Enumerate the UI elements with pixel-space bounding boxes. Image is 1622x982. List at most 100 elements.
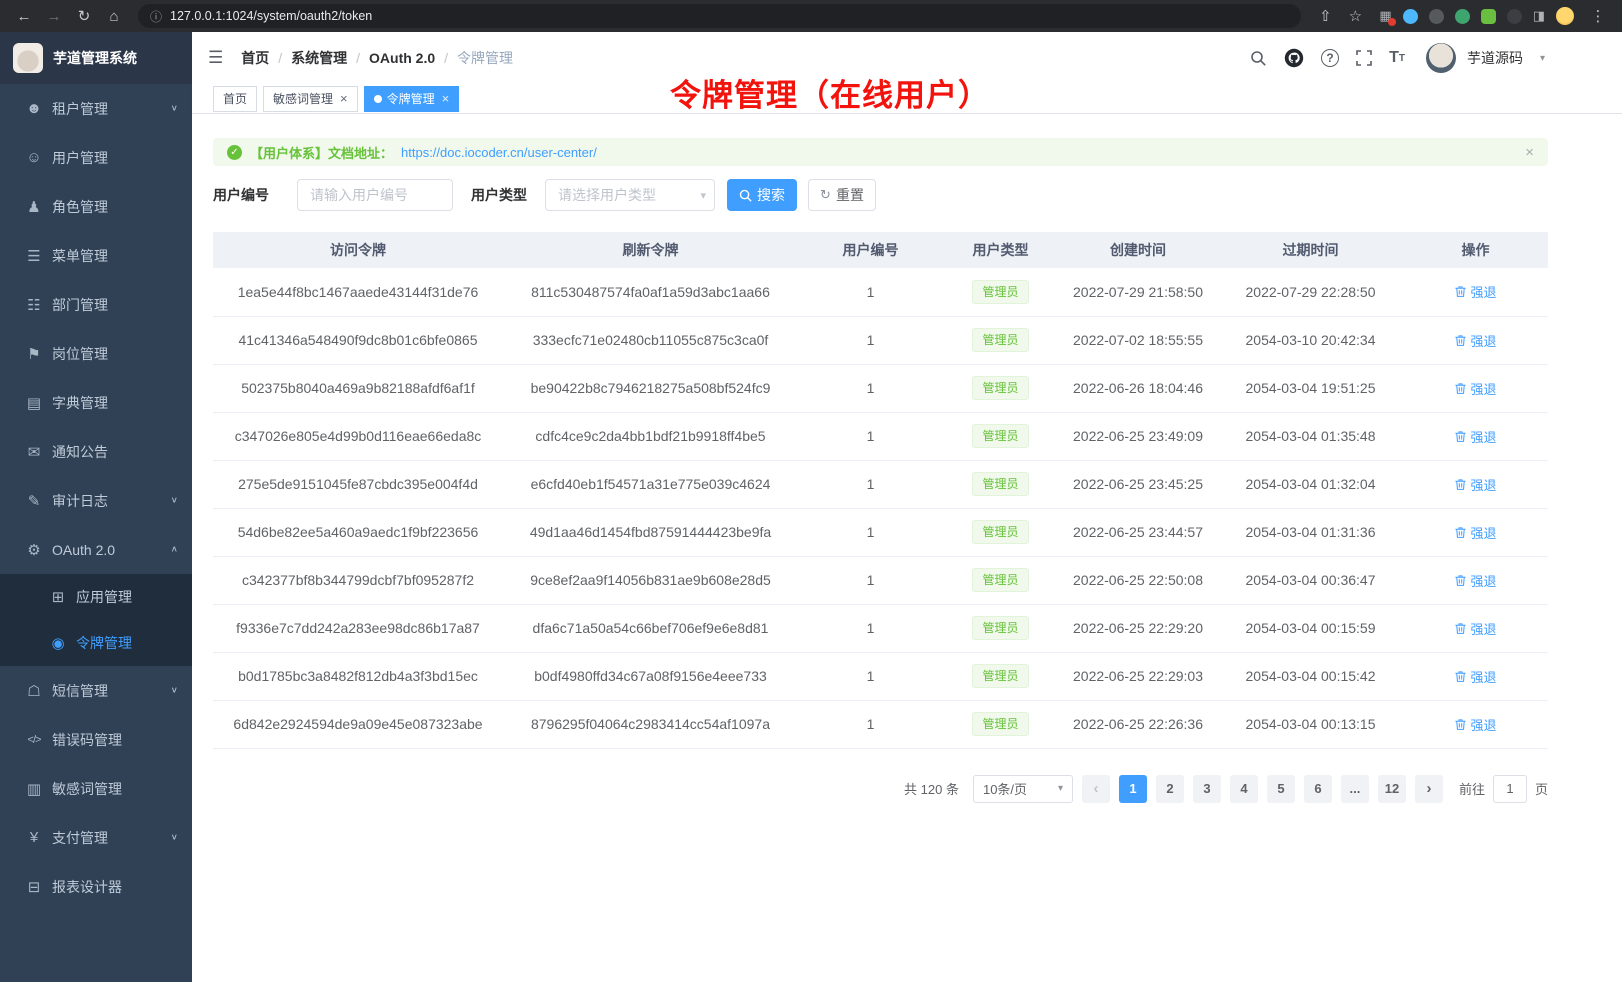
- page-button-6[interactable]: 6: [1304, 775, 1332, 803]
- action-cell: 强退: [1403, 364, 1548, 412]
- browser-reload-icon[interactable]: ↻: [70, 3, 98, 29]
- page-size-value: 10条/页: [983, 779, 1027, 798]
- search-icon[interactable]: [1250, 50, 1267, 67]
- page-button-2[interactable]: 2: [1156, 775, 1184, 803]
- sidebar: 芋道管理系统 ☻租户管理∨☺用户管理♟角色管理☰菜单管理☷部门管理⚑岗位管理▤字…: [0, 32, 192, 982]
- sidebar-item-role[interactable]: ♟角色管理: [0, 182, 192, 231]
- breadcrumb-item[interactable]: OAuth 2.0: [369, 50, 435, 66]
- browser-menu-icon[interactable]: ⋮: [1584, 3, 1612, 29]
- tab-close-icon[interactable]: ×: [442, 91, 450, 106]
- extension-icon[interactable]: [1507, 9, 1522, 24]
- browser-forward-icon[interactable]: →: [40, 3, 68, 29]
- sidebar-item-label: 岗位管理: [52, 344, 108, 364]
- prev-page-button[interactable]: ‹: [1082, 775, 1110, 803]
- force-logout-button[interactable]: 强退: [1454, 379, 1496, 398]
- user-type-label: 用户类型: [471, 185, 527, 205]
- sidebar-item-user[interactable]: ☺用户管理: [0, 133, 192, 182]
- user-type-badge: 管理员: [972, 424, 1028, 448]
- extension-icon[interactable]: [1481, 9, 1496, 24]
- sidebar-item-errcode[interactable]: </>错误码管理: [0, 715, 192, 764]
- force-logout-button[interactable]: 强退: [1454, 282, 1496, 301]
- force-logout-button[interactable]: 强退: [1454, 571, 1496, 590]
- user-type-select-input[interactable]: [545, 179, 715, 211]
- force-logout-button[interactable]: 强退: [1454, 619, 1496, 638]
- page-button-5[interactable]: 5: [1267, 775, 1295, 803]
- action-cell: 强退: [1403, 268, 1548, 316]
- column-header: 用户编号: [798, 232, 943, 268]
- page-button-4[interactable]: 4: [1230, 775, 1258, 803]
- font-size-icon[interactable]: TT: [1389, 49, 1405, 67]
- fullscreen-icon[interactable]: [1356, 50, 1372, 66]
- browser-back-icon[interactable]: ←: [10, 3, 38, 29]
- table-row: c342377bf8b344799dcbf7bf095287f29ce8ef2a…: [213, 556, 1548, 604]
- browser-bookmark-star-icon[interactable]: ☆: [1341, 3, 1369, 29]
- page-size-select[interactable]: 10条/页 ▾: [973, 775, 1073, 803]
- breadcrumb-item[interactable]: 系统管理: [291, 48, 347, 68]
- extension-icon[interactable]: [1429, 9, 1444, 24]
- page-button-1[interactable]: 1: [1119, 775, 1147, 803]
- sidebar-item-dept[interactable]: ☷部门管理: [0, 280, 192, 329]
- app-logo[interactable]: 芋道管理系统: [0, 32, 192, 84]
- tab-token[interactable]: 令牌管理×: [364, 86, 460, 112]
- user-type-select[interactable]: ▾: [545, 179, 715, 211]
- browser-url-bar[interactable]: ⓘ 127.0.0.1:1024/system/oauth2/token: [138, 4, 1301, 28]
- page-button-3[interactable]: 3: [1193, 775, 1221, 803]
- refresh-icon: ↻: [820, 187, 831, 203]
- sidebar-item-dict[interactable]: ▤字典管理: [0, 378, 192, 427]
- user-name[interactable]: 芋道源码: [1467, 48, 1523, 68]
- sidebar-item-report[interactable]: ⊟报表设计器: [0, 862, 192, 911]
- browser-home-icon[interactable]: ⌂: [100, 3, 128, 29]
- page-info-icon[interactable]: ⓘ: [150, 8, 162, 25]
- sidebar-item-pay[interactable]: ¥支付管理∨: [0, 813, 192, 862]
- sidebar-item-tenant[interactable]: ☻租户管理∨: [0, 84, 192, 133]
- extension-icon[interactable]: [1455, 9, 1470, 24]
- goto-label: 前往: [1459, 779, 1485, 798]
- force-logout-button[interactable]: 强退: [1454, 427, 1496, 446]
- sidebar-item-menu[interactable]: ☰菜单管理: [0, 231, 192, 280]
- extension-badge: [1388, 18, 1396, 26]
- user-avatar[interactable]: [1426, 43, 1456, 73]
- tab-close-icon[interactable]: ×: [340, 91, 348, 106]
- reset-button[interactable]: ↻ 重置: [808, 179, 876, 211]
- help-icon[interactable]: ?: [1321, 49, 1339, 67]
- tab-sensitive[interactable]: 敏感词管理×: [263, 86, 358, 112]
- force-logout-button[interactable]: 强退: [1454, 715, 1496, 734]
- alert-close-icon[interactable]: ×: [1525, 144, 1534, 161]
- alert-text: 【用户体系】文档地址：: [250, 143, 393, 162]
- chevron-up-icon: ∧: [171, 545, 178, 554]
- page-ellipsis[interactable]: ...: [1341, 775, 1369, 803]
- force-logout-button[interactable]: 强退: [1454, 475, 1496, 494]
- sidebar-item-audit[interactable]: ✎审计日志∨: [0, 476, 192, 525]
- user-id-input[interactable]: [297, 179, 453, 211]
- chevron-down-icon[interactable]: ▾: [1540, 53, 1545, 64]
- alert-doc-link[interactable]: https://doc.iocoder.cn/user-center/: [401, 145, 597, 160]
- tab-home[interactable]: 首页: [213, 86, 257, 112]
- sidebar-item-sms[interactable]: ☖短信管理∨: [0, 666, 192, 715]
- next-page-button[interactable]: ›: [1415, 775, 1443, 803]
- user-id-cell: 1: [798, 412, 943, 460]
- hamburger-icon[interactable]: ☰: [208, 48, 223, 68]
- search-button[interactable]: 搜索: [727, 179, 797, 211]
- split-view-icon[interactable]: ◨: [1533, 8, 1545, 24]
- browser-share-icon[interactable]: ⇧: [1311, 3, 1339, 29]
- sidebar-item-post[interactable]: ⚑岗位管理: [0, 329, 192, 378]
- sidebar-item-notice[interactable]: ✉通知公告: [0, 427, 192, 476]
- browser-profile-avatar[interactable]: [1556, 7, 1574, 25]
- page-button-12[interactable]: 12: [1378, 775, 1406, 803]
- expire-time-cell: 2022-07-29 22:28:50: [1218, 268, 1403, 316]
- trash-icon: [1454, 670, 1467, 683]
- extension-puzzle-icon[interactable]: ▦: [1379, 8, 1391, 24]
- force-logout-button[interactable]: 强退: [1454, 523, 1496, 542]
- sidebar-item-oauth[interactable]: ⚙OAuth 2.0∧: [0, 525, 192, 574]
- sidebar-subitem-app[interactable]: ⊞应用管理: [0, 574, 192, 620]
- sensitive-icon: ▥: [22, 780, 46, 798]
- github-icon[interactable]: [1284, 48, 1304, 68]
- force-logout-button[interactable]: 强退: [1454, 331, 1496, 350]
- extension-icon[interactable]: [1403, 9, 1418, 24]
- breadcrumb-item[interactable]: 首页: [241, 48, 269, 68]
- sidebar-subitem-token[interactable]: ◉令牌管理: [0, 620, 192, 666]
- create-time-cell: 2022-06-25 23:44:57: [1058, 508, 1218, 556]
- sidebar-item-sensitive[interactable]: ▥敏感词管理: [0, 764, 192, 813]
- goto-page-input[interactable]: [1493, 775, 1527, 803]
- force-logout-button[interactable]: 强退: [1454, 667, 1496, 686]
